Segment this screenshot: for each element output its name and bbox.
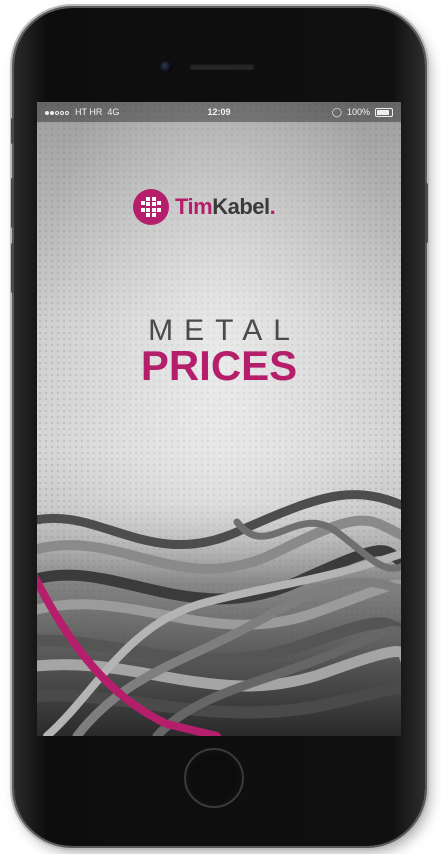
brand-name-suffix: . bbox=[269, 194, 276, 219]
status-bar: HT HR 4G 12:09 ◯ 100% bbox=[37, 102, 401, 122]
cables-illustration bbox=[37, 490, 401, 736]
timkabel-logo-icon bbox=[133, 189, 169, 225]
battery-percent: 100% bbox=[346, 107, 370, 117]
brand-logo: TimKabel. bbox=[133, 189, 276, 225]
home-button-icon[interactable] bbox=[184, 748, 244, 808]
battery-icon bbox=[375, 107, 393, 117]
brand-name-part1: Tim bbox=[175, 194, 213, 219]
mute-switch bbox=[11, 118, 14, 144]
alarm-icon: ◯ bbox=[331, 107, 342, 117]
title-prices: PRICES bbox=[140, 342, 298, 389]
brand-name: TimKabel. bbox=[175, 194, 276, 220]
status-right: ◯ 100% bbox=[332, 102, 393, 122]
front-camera-icon bbox=[160, 61, 172, 73]
volume-up-button bbox=[11, 178, 14, 228]
power-button bbox=[425, 183, 428, 243]
volume-down-button bbox=[11, 243, 14, 293]
app-screen: HT HR 4G 12:09 ◯ 100% TimKabel. METAL PR… bbox=[37, 102, 401, 736]
brand-name-part2: Kabel bbox=[212, 194, 270, 219]
earpiece-speaker bbox=[189, 63, 255, 70]
